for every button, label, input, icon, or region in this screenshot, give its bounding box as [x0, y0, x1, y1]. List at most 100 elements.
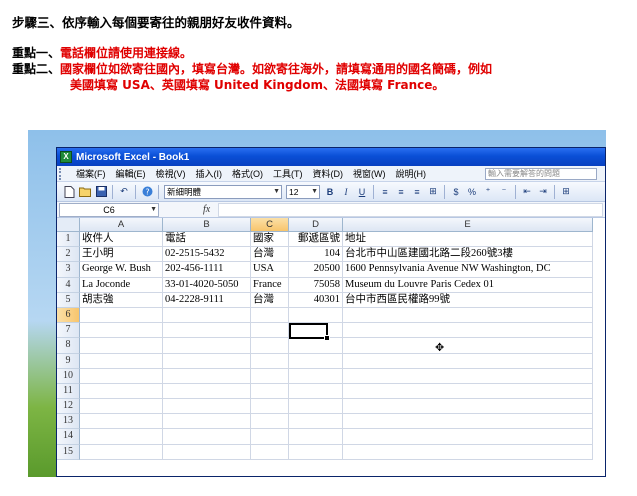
cell-b7[interactable]	[163, 323, 251, 339]
menu-view[interactable]: 檢視(V)	[151, 167, 191, 180]
cell-c10[interactable]	[251, 368, 289, 384]
cell-a2[interactable]: 王小明	[80, 247, 163, 263]
column-header-b[interactable]: B	[163, 218, 251, 232]
cell-a12[interactable]	[80, 399, 163, 415]
cell-d4[interactable]: 75058	[289, 277, 343, 293]
save-disk-icon[interactable]	[94, 185, 108, 199]
row-header[interactable]: 11	[57, 383, 80, 400]
cell-d13[interactable]	[289, 414, 343, 430]
cell-d14[interactable]	[289, 429, 343, 445]
cell-e4[interactable]: Museum du Louvre Paris Cedex 01	[343, 277, 593, 293]
font-size-select[interactable]: 12 ▼	[286, 184, 320, 199]
cell-b15[interactable]	[163, 444, 251, 460]
cell-d1[interactable]: 郵遞區號	[289, 232, 343, 248]
cell-d6[interactable]	[289, 307, 343, 324]
merge-center-icon[interactable]: ⊞	[426, 185, 440, 199]
align-center-icon[interactable]: ≡	[394, 185, 408, 199]
cell-b8[interactable]	[163, 338, 251, 354]
cell-a8[interactable]	[80, 338, 163, 354]
cell-b5[interactable]: 04-2228-9111	[163, 292, 251, 308]
help-question-input[interactable]: 輸入需要解答的問題	[485, 167, 597, 180]
cell-a9[interactable]	[80, 353, 163, 369]
cell-d5[interactable]: 40301	[289, 292, 343, 308]
cell-b2[interactable]: 02-2515-5432	[163, 247, 251, 263]
cell-d10[interactable]	[289, 368, 343, 384]
row-header[interactable]: 10	[57, 368, 80, 384]
cell-a3[interactable]: George W. Bush	[80, 262, 163, 278]
cell-c12[interactable]	[251, 399, 289, 415]
row-header[interactable]: 4	[57, 277, 80, 293]
row-header[interactable]: 1	[57, 232, 80, 248]
row-header[interactable]: 15	[57, 444, 80, 460]
column-header-a[interactable]: A	[80, 218, 163, 232]
menu-file[interactable]: 檔案(F)	[71, 167, 111, 180]
cell-c7[interactable]	[251, 323, 289, 339]
cell-c6[interactable]	[251, 307, 289, 324]
cell-d3[interactable]: 20500	[289, 262, 343, 278]
row-header[interactable]: 12	[57, 399, 80, 415]
column-header-e[interactable]: E	[343, 218, 593, 232]
cell-b1[interactable]: 電話	[163, 232, 251, 248]
row-header[interactable]: 8	[57, 338, 80, 354]
borders-icon[interactable]: ⊞	[559, 185, 573, 199]
cell-e10[interactable]	[343, 368, 593, 384]
row-header[interactable]: 7	[57, 323, 80, 339]
cell-e1[interactable]: 地址	[343, 232, 593, 248]
cell-c14[interactable]	[251, 429, 289, 445]
cell-b4[interactable]: 33-01-4020-5050	[163, 277, 251, 293]
chevron-down-icon[interactable]: ▼	[150, 204, 157, 216]
cell-a5[interactable]: 胡志強	[80, 292, 163, 308]
row-header[interactable]: 3	[57, 262, 80, 278]
italic-button[interactable]: I	[339, 185, 353, 199]
menu-window[interactable]: 視窗(W)	[348, 167, 391, 180]
cell-b13[interactable]	[163, 414, 251, 430]
cell-c4[interactable]: France	[251, 277, 289, 293]
cell-b3[interactable]: 202-456-1111	[163, 262, 251, 278]
cell-a11[interactable]	[80, 383, 163, 400]
chevron-down-icon[interactable]: ▼	[273, 186, 280, 198]
cell-a1[interactable]: 收件人	[80, 232, 163, 248]
decrease-indent-icon[interactable]: ⇤	[520, 185, 534, 199]
cell-a14[interactable]	[80, 429, 163, 445]
cell-e3[interactable]: 1600 Pennsylvania Avenue NW Washington, …	[343, 262, 593, 278]
cell-d2[interactable]: 104	[289, 247, 343, 263]
cell-b12[interactable]	[163, 399, 251, 415]
align-right-icon[interactable]: ≡	[410, 185, 424, 199]
cell-b9[interactable]	[163, 353, 251, 369]
menu-data[interactable]: 資料(D)	[308, 167, 349, 180]
row-header[interactable]: 14	[57, 429, 80, 445]
cell-d8[interactable]	[289, 338, 343, 354]
cell-e15[interactable]	[343, 444, 593, 460]
select-all-corner[interactable]	[57, 218, 80, 232]
cell-b11[interactable]	[163, 383, 251, 400]
cell-e2[interactable]: 台北市中山區建國北路二段260號3樓	[343, 247, 593, 263]
cell-e7[interactable]	[343, 323, 593, 339]
cell-c8[interactable]	[251, 338, 289, 354]
cell-d7[interactable]	[289, 323, 343, 339]
undo-icon[interactable]: ↶	[117, 185, 131, 199]
row-header[interactable]: 9	[57, 353, 80, 369]
formula-input[interactable]	[218, 202, 603, 217]
currency-button[interactable]: $	[449, 185, 463, 199]
menu-grip-handle[interactable]	[59, 167, 69, 180]
menu-help[interactable]: 說明(H)	[391, 167, 432, 180]
cell-e11[interactable]	[343, 383, 593, 400]
menu-edit[interactable]: 編輯(E)	[111, 167, 151, 180]
excel-app-icon[interactable]: X	[60, 151, 72, 163]
chevron-down-icon[interactable]: ▼	[311, 186, 318, 198]
cell-a13[interactable]	[80, 414, 163, 430]
row-header[interactable]: 2	[57, 247, 80, 263]
cell-d11[interactable]	[289, 383, 343, 400]
function-fx-icon[interactable]: fx	[203, 204, 210, 215]
cell-d12[interactable]	[289, 399, 343, 415]
menu-tools[interactable]: 工具(T)	[268, 167, 308, 180]
cell-d9[interactable]	[289, 353, 343, 369]
cell-c11[interactable]	[251, 383, 289, 400]
cell-a4[interactable]: La Joconde	[80, 277, 163, 293]
cell-e9[interactable]	[343, 353, 593, 369]
row-header[interactable]: 13	[57, 414, 80, 430]
cell-e5[interactable]: 台中市西區民權路99號	[343, 292, 593, 308]
name-box[interactable]: C6 ▼	[59, 202, 159, 217]
font-name-select[interactable]: 新細明體 ▼	[164, 184, 282, 199]
cell-b14[interactable]	[163, 429, 251, 445]
